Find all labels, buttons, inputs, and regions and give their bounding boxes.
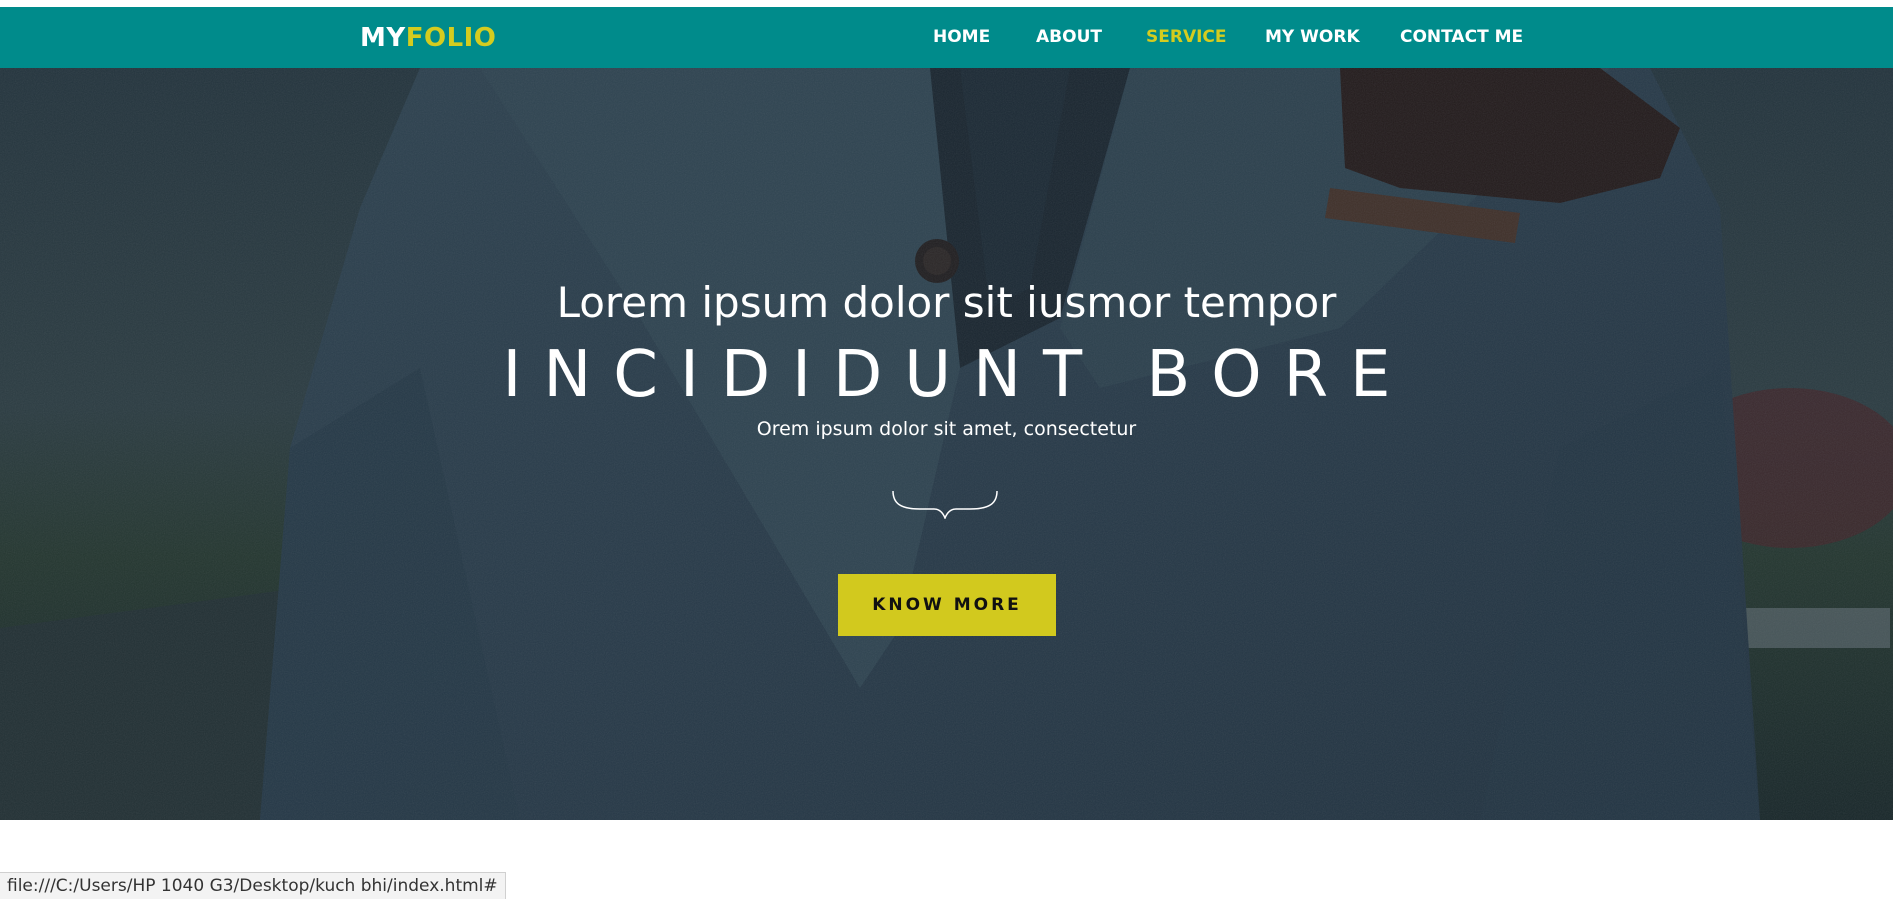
nav-item-about[interactable]: ABOUT — [1036, 29, 1102, 46]
main-nav: HOME ABOUT SERVICE MY WORK CONTACT ME — [0, 7, 1893, 68]
know-more-button[interactable]: KNOW MORE — [838, 574, 1056, 636]
nav-item-home[interactable]: HOME — [933, 29, 990, 46]
browser-status-bar: file:///C:/Users/HP 1040 G3/Desktop/kuch… — [0, 872, 506, 899]
curly-brace-icon — [892, 490, 998, 519]
hero-overlay — [0, 68, 1893, 820]
hero-section: Lorem ipsum dolor sit iusmor tempor INCI… — [0, 68, 1893, 820]
nav-item-service[interactable]: SERVICE — [1146, 29, 1227, 46]
nav-item-contact-me[interactable]: CONTACT ME — [1400, 29, 1523, 46]
hero-title: INCIDIDUNT BORE — [502, 338, 1413, 412]
page: MYFOLIO HOME ABOUT SERVICE MY WORK CONTA… — [0, 0, 1893, 899]
hero-subtitle: Lorem ipsum dolor sit iusmor tempor — [556, 278, 1337, 327]
nav-item-my-work[interactable]: MY WORK — [1265, 29, 1360, 46]
top-navbar: MYFOLIO HOME ABOUT SERVICE MY WORK CONTA… — [0, 7, 1893, 68]
hero-tagline: Orem ipsum dolor sit amet, consectetur — [756, 418, 1137, 440]
